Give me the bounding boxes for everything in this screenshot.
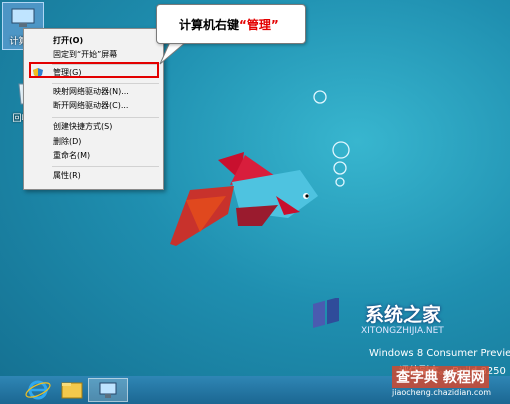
- watermark-title: 查字典 教程网: [392, 366, 489, 388]
- computer-taskbar-button[interactable]: [88, 378, 128, 402]
- os-name: Windows 8 Consumer Preview: [369, 348, 510, 359]
- logo-text: 系统之家: [365, 304, 442, 326]
- instruction-callout: 计算机右键“管理”: [156, 4, 306, 44]
- desktop: 计算机 回收站 打开(O) 固定到“开始”屏幕 管理(G) 映射网络驱动器(N)…: [0, 0, 510, 404]
- logo-icon: [313, 298, 339, 328]
- watermark: 查字典 教程网 jiaocheng.chazidian.com: [392, 366, 508, 402]
- callout-pointer: [159, 41, 188, 65]
- callout-text: 计算机右键: [179, 18, 240, 32]
- callout-highlight: “管理”: [239, 18, 279, 32]
- explorer-icon: [61, 382, 83, 399]
- watermark-url: jiaocheng.chazidian.com: [392, 388, 492, 397]
- computer-icon: [99, 382, 117, 398]
- logo-subtext: XITONGZHIJIA.NET: [361, 326, 444, 336]
- file-explorer-button[interactable]: [52, 378, 92, 402]
